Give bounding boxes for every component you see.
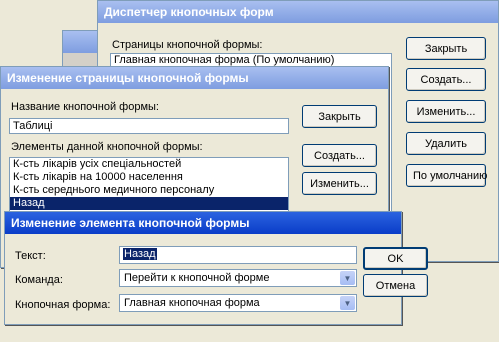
close-button[interactable]: Закрыть [302,105,377,128]
pages-label: Страницы кнопочной формы: [112,39,263,51]
name-input[interactable]: Таблиці [9,118,289,134]
command-label: Команда: [15,274,63,286]
command-select[interactable]: Перейти к кнопочной форме ▼ [119,269,357,287]
list-item-selected[interactable]: Назад [10,197,288,210]
cancel-button[interactable]: Отмена [363,274,428,297]
ok-button[interactable]: OK [363,247,428,270]
edit-button[interactable]: Изменить... [302,172,377,195]
text-label: Текст: [15,250,46,262]
create-button[interactable]: Создать... [406,68,486,91]
edit-item-title: Изменение элемента кнопочной формы [5,212,401,234]
delete-button[interactable]: Удалить [406,132,486,155]
text-input[interactable]: Назад [119,246,357,264]
default-button[interactable]: По умолчанию [406,164,487,187]
switchboard-select-value: Главная кнопочная форма [124,297,260,309]
list-item[interactable]: К-сть середнього медичного персоналу [10,184,288,197]
text-input-value: Назад [123,248,157,260]
command-select-value: Перейти к кнопочной форме [124,272,270,284]
chevron-down-icon[interactable]: ▼ [340,296,355,310]
edit-page-title: Изменение страницы кнопочной формы [1,67,388,89]
switchboard-label: Кнопочная форма: [15,299,111,311]
edit-button[interactable]: Изменить... [406,100,486,123]
create-button[interactable]: Создать... [302,144,377,167]
name-label: Название кнопочной формы: [11,101,159,113]
switchboard-manager-title: Диспетчер кнопочных форм [98,1,498,23]
close-button[interactable]: Закрыть [406,37,486,60]
list-item[interactable]: К-сть лікарів на 10000 населення [10,171,288,184]
edit-item-window: Изменение элемента кнопочной формы Текст… [4,211,428,325]
items-label: Элементы данной кнопочной формы: [11,141,203,153]
chevron-down-icon[interactable]: ▼ [340,271,355,285]
switchboard-select[interactable]: Главная кнопочная форма ▼ [119,294,357,312]
list-item[interactable]: К-сть лікарів усіх спеціальностей [10,158,288,171]
items-list[interactable]: К-сть лікарів усіх спеціальностей К-сть … [9,157,289,213]
